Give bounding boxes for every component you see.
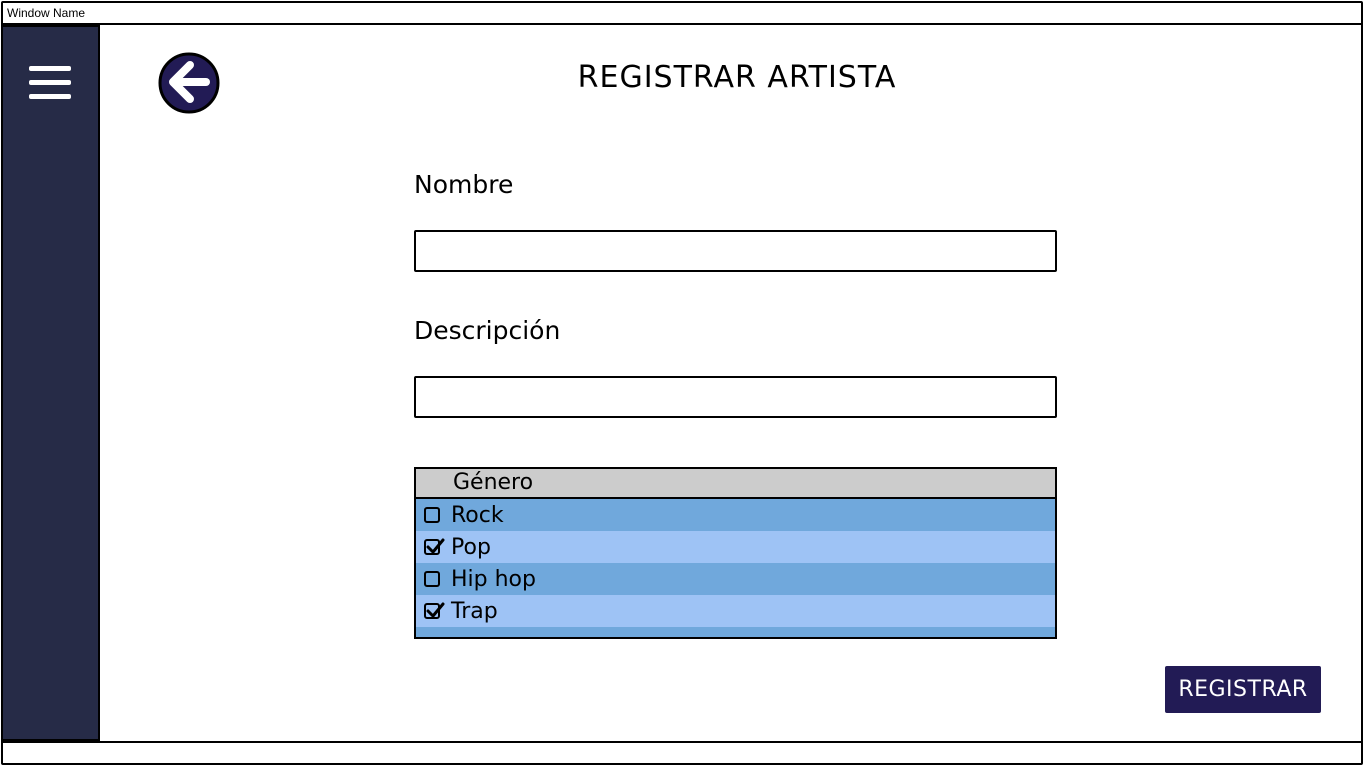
genre-item-trap[interactable]: Trap	[416, 595, 1055, 627]
genre-item-hip-hop[interactable]: Hip hop	[416, 563, 1055, 595]
checkbox-checked-icon[interactable]	[424, 602, 445, 619]
sidebar	[1, 25, 100, 741]
description-label: Descripción	[414, 316, 561, 345]
hamburger-menu-icon[interactable]	[29, 66, 73, 102]
description-input[interactable]	[414, 376, 1057, 418]
checkbox-checked-icon[interactable]	[424, 538, 445, 555]
checkbox-unchecked-icon[interactable]	[424, 507, 440, 523]
checkbox-unchecked-icon[interactable]	[424, 571, 440, 587]
genre-item-pop[interactable]: Pop	[416, 531, 1055, 563]
page-title: REGISTRAR ARTISTA	[577, 60, 897, 95]
name-label: Nombre	[414, 170, 514, 199]
arrow-left-circle-icon	[158, 52, 220, 114]
window-titlebar: Window Name	[3, 3, 1361, 25]
genre-checkbox-list: Género Rock Pop Hip hop Trap	[414, 467, 1057, 639]
genre-list-header: Género	[416, 469, 1055, 499]
genre-item-label: Hip hop	[451, 566, 536, 592]
genre-item-label: Trap	[451, 598, 498, 624]
back-button[interactable]	[157, 51, 221, 115]
genre-item-label: Pop	[451, 534, 491, 560]
window-statusbar	[3, 741, 1361, 763]
name-input[interactable]	[414, 230, 1057, 272]
genre-item-label: Rock	[451, 502, 504, 528]
register-button[interactable]: REGISTRAR	[1165, 666, 1321, 713]
genre-item-rock[interactable]: Rock	[416, 499, 1055, 531]
